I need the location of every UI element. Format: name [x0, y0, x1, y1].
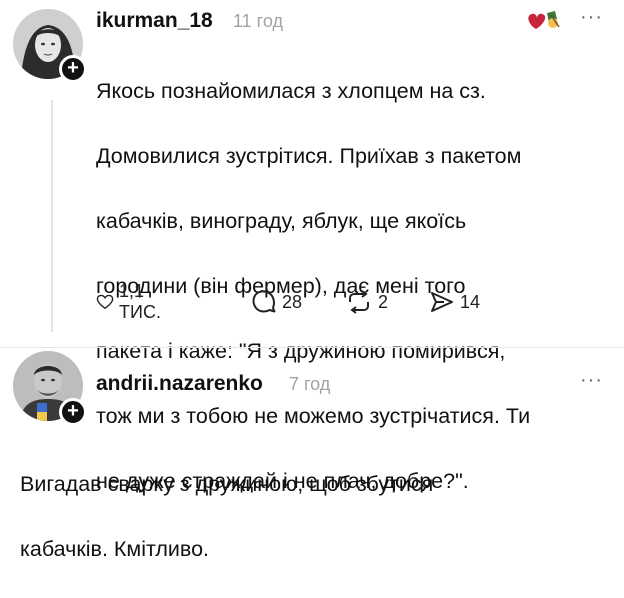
- reply-body: Вигадав сварку з дружиною, щоб збутися к…: [20, 435, 433, 598]
- reply-line: кабачків. Кмітливо.: [20, 536, 210, 561]
- follow-plus-icon[interactable]: +: [59, 55, 87, 83]
- share-icon: [431, 292, 453, 312]
- share-button[interactable]: 14: [429, 287, 480, 317]
- like-button[interactable]: 1,1 ТИС.: [96, 281, 169, 322]
- comment-count: 28: [282, 291, 303, 312]
- post-username[interactable]: ikurman_18: [96, 9, 213, 33]
- repost-icon: [349, 290, 369, 314]
- comment-icon: [252, 290, 276, 313]
- post-line: Домовилися зустрітися. Приїхав з пакетом: [96, 143, 522, 168]
- post-line: пакета і каже: "Я з дружиною помирився,: [96, 338, 506, 363]
- reply-line: Вигадав сварку з дружиною, щоб збутися: [20, 471, 434, 496]
- comment-button[interactable]: 28: [251, 287, 302, 317]
- repost-button[interactable]: 2: [345, 287, 388, 317]
- more-options-icon[interactable]: ···: [580, 6, 603, 29]
- share-count: 14: [460, 291, 481, 312]
- post-line: тож ми з тобою не можемо зустрічатися. Т…: [96, 403, 531, 428]
- post-line: кабачків, винограду, яблук, ще якоїсь: [96, 208, 467, 233]
- more-options-icon[interactable]: ···: [580, 369, 603, 392]
- like-count: 1,1 ТИС.: [119, 281, 161, 322]
- reply-time: 7 год: [289, 374, 331, 394]
- reply-username[interactable]: andrii.nazarenko: [96, 372, 263, 396]
- divider: [0, 347, 624, 348]
- thread-line: [51, 100, 53, 332]
- follow-plus-icon[interactable]: +: [59, 398, 87, 426]
- heart-icon: [96, 294, 114, 310]
- heart-art-icon: [527, 9, 561, 36]
- post-time: 11 год: [233, 11, 283, 31]
- repost-count: 2: [378, 291, 389, 312]
- post-line: Якось познайомилася з хлопцем на сз.: [96, 78, 486, 103]
